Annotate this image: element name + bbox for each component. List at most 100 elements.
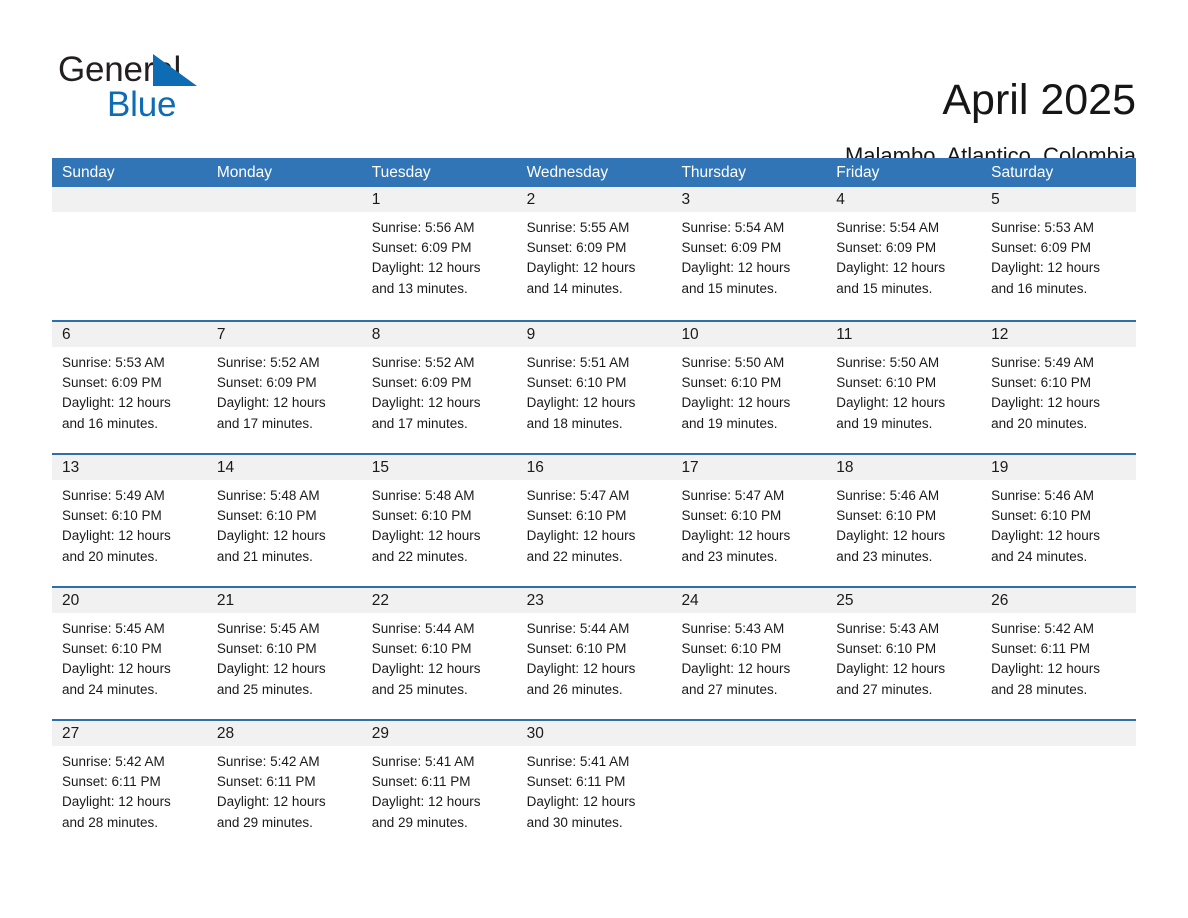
daylight-text-line1: Daylight: 12 hours [681,661,791,677]
day-number: 2 [526,191,536,208]
sunrise-text: Sunrise: 5:42 AM [216,754,320,769]
calendar-day-cell[interactable]: 7 Sunrise: 5:52 AM Sunset: 6:09 PM Daylight… [207,322,362,453]
sunrise-text: Sunrise: 5:51 AM [526,355,630,370]
daylight-text-line2: and 28 minutes. [991,681,1088,697]
daylight-text-line2: and 18 minutes. [526,415,623,431]
day-number: 10 [681,326,699,343]
calendar-day-cell[interactable]: 5 Sunrise: 5:53 AM Sunset: 6:09 PM Daylight… [981,187,1136,320]
calendar-day-cell[interactable]: 18 Sunrise: 5:46 AM Sunset: 6:10 PM Dayligh… [826,455,981,586]
daylight-text-line1: Daylight: 12 hours [371,395,481,411]
calendar-day-cell[interactable]: 1 Sunrise: 5:56 AM Sunset: 6:09 PM Daylight… [362,187,517,320]
calendar-day-cell[interactable]: 14 Sunrise: 5:48 AM Sunset: 6:10 PM Dayligh… [207,455,362,586]
calendar-day-cell[interactable]: 15 Sunrise: 5:48 AM Sunset: 6:10 PM Dayligh… [362,455,517,586]
sunset-text: Sunset: 6:10 PM [836,641,937,657]
calendar-day-cell[interactable]: 19 Sunrise: 5:46 AM Sunset: 6:10 PM Dayligh… [981,455,1136,586]
daylight-text-line1: Daylight: 12 hours [991,260,1100,276]
sunrise-text: Sunrise: 5:52 AM [216,355,320,370]
calendar-day-cell[interactable]: 28 Sunrise: 5:42 AM Sunset: 6:11 PM Dayligh… [207,721,362,852]
calendar-day-cell[interactable]: 6 Sunrise: 5:53 AM Sunset: 6:09 PM Daylight… [52,322,207,453]
day-details: Sunrise: 5:53 AM Sunset: 6:09 PM Daylight:… [991,218,1132,299]
daylight-text-line2: and 30 minutes. [526,814,623,830]
daylight-text-line2: and 17 minutes. [216,415,313,431]
daylight-text-line1: Daylight: 12 hours [681,395,791,411]
day-number: 25 [836,592,854,609]
calendar-day-cell[interactable]: 20 Sunrise: 5:45 AM Sunset: 6:10 PM Dayligh… [52,588,207,719]
generalblue-logo[interactable]: General Blue [58,50,318,136]
sunset-text: Sunset: 6:09 PM [216,375,317,391]
daylight-text-line1: Daylight: 12 hours [991,395,1100,411]
day-number: 21 [216,592,235,609]
sunrise-text: Sunrise: 5:41 AM [371,754,475,769]
calendar-day-cell[interactable]: 12 Sunrise: 5:49 AM Sunset: 6:10 PM Dayligh… [981,322,1136,453]
sunset-text: Sunset: 6:10 PM [216,508,317,524]
sunrise-text: Sunrise: 5:43 AM [681,621,785,636]
calendar-day-cell[interactable]: 8 Sunrise: 5:52 AM Sunset: 6:09 PM Daylight… [362,322,517,453]
day-details: Sunrise: 5:44 AM Sunset: 6:10 PM Daylight:… [372,619,513,700]
day-details: Sunrise: 5:47 AM Sunset: 6:10 PM Daylight:… [527,486,668,567]
calendar-day-cell[interactable]: 26 Sunrise: 5:42 AM Sunset: 6:11 PM Dayligh… [981,588,1136,719]
sunset-text: Sunset: 6:11 PM [991,641,1090,657]
calendar-day-cell[interactable]: 23 Sunrise: 5:44 AM Sunset: 6:10 PM Dayligh… [517,588,672,719]
daylight-text-line2: and 15 minutes. [681,280,778,296]
calendar-week-row: 27 Sunrise: 5:42 AM Sunset: 6:11 PM Dayligh… [52,719,1136,852]
daylight-text-line2: and 27 minutes. [836,681,933,697]
day-details: Sunrise: 5:50 AM Sunset: 6:10 PM Daylight:… [681,353,822,434]
calendar-day-cell[interactable]: 11 Sunrise: 5:50 AM Sunset: 6:10 PM Dayligh… [826,322,981,453]
sunset-text: Sunset: 6:09 PM [371,240,472,256]
sunrise-text: Sunrise: 5:48 AM [216,488,320,503]
day-details: Sunrise: 5:56 AM Sunset: 6:09 PM Daylight:… [372,218,513,299]
calendar-day-cell[interactable]: 25 Sunrise: 5:43 AM Sunset: 6:10 PM Dayligh… [826,588,981,719]
weekday-header-thursday: Thursday [681,164,747,181]
logo-triangle-icon [153,54,197,86]
day-number: 5 [991,191,1000,208]
sunrise-text: Sunrise: 5:46 AM [991,488,1094,503]
daylight-text-line2: and 24 minutes. [991,548,1088,564]
calendar-page: General Blue April 2025 Malambo, Atlanti… [0,0,1188,918]
calendar-day-cell[interactable]: 22 Sunrise: 5:44 AM Sunset: 6:10 PM Dayligh… [362,588,517,719]
calendar-cell-empty [826,721,981,852]
sunset-text: Sunset: 6:09 PM [991,240,1091,256]
daylight-text-line2: and 22 minutes. [371,548,468,564]
calendar-day-cell[interactable]: 29 Sunrise: 5:41 AM Sunset: 6:11 PM Dayligh… [362,721,517,852]
week-cells: 13 Sunrise: 5:49 AM Sunset: 6:10 PM Dayligh… [52,455,1136,586]
calendar-day-cell[interactable]: 3 Sunrise: 5:54 AM Sunset: 6:09 PM Daylight… [671,187,826,320]
calendar-day-cell[interactable]: 2 Sunrise: 5:55 AM Sunset: 6:09 PM Daylight… [517,187,672,320]
sunrise-text: Sunrise: 5:49 AM [991,355,1094,370]
daylight-text-line2: and 16 minutes. [991,280,1088,296]
day-details: Sunrise: 5:53 AM Sunset: 6:09 PM Daylight:… [62,353,203,434]
calendar-day-cell[interactable]: 21 Sunrise: 5:45 AM Sunset: 6:10 PM Dayligh… [207,588,362,719]
sunrise-text: Sunrise: 5:47 AM [526,488,630,503]
calendar-day-cell[interactable]: 13 Sunrise: 5:49 AM Sunset: 6:10 PM Dayligh… [52,455,207,586]
daylight-text-line1: Daylight: 12 hours [991,661,1100,677]
calendar-day-cell[interactable]: 24 Sunrise: 5:43 AM Sunset: 6:10 PM Dayligh… [671,588,826,719]
calendar-day-cell[interactable]: 9 Sunrise: 5:51 AM Sunset: 6:10 PM Daylight… [517,322,672,453]
day-number: 1 [371,191,381,208]
sunset-text: Sunset: 6:10 PM [681,375,782,391]
day-details: Sunrise: 5:48 AM Sunset: 6:10 PM Daylight:… [217,486,358,567]
sunrise-text: Sunrise: 5:44 AM [371,621,475,636]
day-details: Sunrise: 5:42 AM Sunset: 6:11 PM Daylight:… [62,752,203,833]
weekday-header-saturday: Saturday [991,164,1054,181]
calendar-day-cell[interactable]: 10 Sunrise: 5:50 AM Sunset: 6:10 PM Dayligh… [671,322,826,453]
calendar-day-cell[interactable]: 27 Sunrise: 5:42 AM Sunset: 6:11 PM Dayligh… [52,721,207,852]
calendar-day-cell[interactable]: 4 Sunrise: 5:54 AM Sunset: 6:09 PM Daylight… [826,187,981,320]
calendar-week-row: 1 Sunrise: 5:56 AM Sunset: 6:09 PM Daylight… [52,187,1136,320]
sunset-text: Sunset: 6:10 PM [216,641,317,657]
sunrise-text: Sunrise: 5:48 AM [371,488,475,503]
daylight-text-line1: Daylight: 12 hours [526,661,636,677]
sunrise-text: Sunrise: 5:42 AM [62,754,165,769]
calendar-day-cell[interactable]: 17 Sunrise: 5:47 AM Sunset: 6:10 PM Dayligh… [671,455,826,586]
calendar-cell-empty [207,187,362,320]
daylight-text-line1: Daylight: 12 hours [371,260,481,276]
sunset-text: Sunset: 6:10 PM [526,508,627,524]
calendar-day-cell[interactable]: 30 Sunrise: 5:41 AM Sunset: 6:11 PM Dayligh… [517,721,672,852]
day-details: Sunrise: 5:46 AM Sunset: 6:10 PM Daylight:… [836,486,977,567]
day-number: 28 [216,725,235,742]
sunrise-text: Sunrise: 5:55 AM [526,220,630,235]
daylight-text-line2: and 15 minutes. [836,280,933,296]
daylight-text-line2: and 26 minutes. [526,681,623,697]
calendar-day-cell[interactable]: 16 Sunrise: 5:47 AM Sunset: 6:10 PM Dayligh… [517,455,672,586]
day-details: Sunrise: 5:41 AM Sunset: 6:11 PM Daylight:… [527,752,668,833]
sunrise-text: Sunrise: 5:46 AM [836,488,940,503]
week-cells: 27 Sunrise: 5:42 AM Sunset: 6:11 PM Dayligh… [52,721,1136,852]
